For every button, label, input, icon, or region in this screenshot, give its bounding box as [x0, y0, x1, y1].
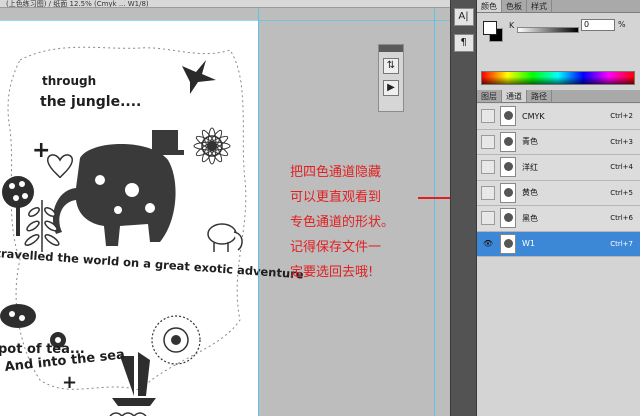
artboard[interactable]: through the jungle.... + travelled the w…	[0, 20, 304, 416]
k-slider[interactable]	[517, 27, 579, 33]
channel-row-w1[interactable]: 👁 W1 Ctrl+7	[477, 231, 640, 257]
guide-vertical	[434, 8, 435, 416]
k-unit-label: %	[618, 20, 626, 29]
flower-shape	[193, 127, 231, 165]
mini-panel-titlebar[interactable]	[379, 45, 403, 52]
channel-name: 黄色	[522, 188, 538, 198]
play-icon[interactable]: ▶	[383, 80, 399, 96]
visibility-toggle[interactable]	[481, 160, 495, 175]
art-text-through: through	[42, 74, 97, 88]
plus-mark: +	[62, 372, 78, 393]
channel-row-cyan[interactable]: 青色 Ctrl+3	[477, 129, 640, 155]
plus-mark: +	[32, 138, 51, 163]
color-panel: K 0 %	[477, 13, 640, 90]
document-title: (上色练习图) / 纸面 12.5% (Cmyk ... W1/8)	[6, 0, 149, 8]
k-channel-label: K	[509, 21, 515, 30]
teapot-shape	[0, 304, 36, 328]
foreground-color-swatch[interactable]	[483, 21, 497, 35]
channel-thumbnail	[500, 208, 516, 229]
channel-shortcut: Ctrl+7	[610, 239, 633, 248]
channel-shortcut: Ctrl+5	[610, 188, 633, 197]
right-panels: 颜色 色板 样式 K 0 % 图层 通道 路径 CMYK Ctrl+2 青色 C…	[476, 0, 640, 416]
channel-row-magenta[interactable]: 洋红 Ctrl+4	[477, 155, 640, 181]
channel-thumbnail	[500, 106, 516, 127]
visibility-toggle[interactable]	[481, 134, 495, 149]
tab-layers[interactable]: 图层	[477, 90, 502, 102]
channel-name: 黑色	[522, 213, 538, 223]
guide-horizontal	[0, 20, 450, 21]
channel-thumbnail	[500, 157, 516, 178]
bird-shape	[182, 60, 216, 94]
annotation-line: 专色通道的形状。	[290, 215, 395, 230]
channel-name: W1	[522, 239, 535, 249]
art-text-jungle: the jungle....	[40, 94, 142, 110]
tab-channels[interactable]: 通道	[502, 90, 527, 102]
channel-shortcut: Ctrl+6	[610, 214, 633, 223]
channel-name: 洋红	[522, 162, 538, 172]
channel-shortcut: Ctrl+3	[610, 137, 633, 146]
tab-color[interactable]: 颜色	[477, 0, 502, 12]
channel-name: CMYK	[522, 111, 545, 121]
character-panel-icon[interactable]: A|	[453, 8, 474, 26]
channel-shortcut: Ctrl+4	[610, 163, 633, 172]
channels-panel-tabs: 图层 通道 路径	[477, 90, 640, 103]
eye-icon[interactable]: 👁	[481, 236, 495, 251]
tab-styles[interactable]: 样式	[527, 0, 552, 12]
channel-row-cmyk[interactable]: CMYK Ctrl+2	[477, 104, 640, 130]
annotation-line: 定要选回去哦!	[290, 265, 374, 280]
panel-dock-strip: A| ¶	[450, 0, 476, 416]
channel-thumbnail	[500, 233, 516, 254]
visibility-toggle[interactable]	[481, 185, 495, 200]
elephant-shape	[52, 130, 184, 246]
channel-list: CMYK Ctrl+2 青色 Ctrl+3 洋红 Ctrl+4 黄色 Ctrl+…	[477, 104, 640, 257]
guide-vertical	[258, 8, 259, 416]
heart-shape	[47, 154, 73, 179]
k-value-input[interactable]: 0	[581, 19, 615, 31]
mini-tool-panel[interactable]: ⇅ ▶	[378, 44, 404, 112]
visibility-toggle[interactable]	[481, 211, 495, 226]
color-panel-tabs: 颜色 色板 样式	[477, 0, 640, 13]
channel-mixer-icon[interactable]: ⇅	[383, 58, 399, 74]
tab-paths[interactable]: 路径	[527, 90, 552, 102]
annotation-line: 可以更直观看到	[290, 190, 382, 205]
annotation-line: 记得保存文件一	[290, 240, 382, 255]
channel-row-black[interactable]: 黑色 Ctrl+6	[477, 206, 640, 232]
annotation-line: 把四色通道隐藏	[290, 165, 382, 180]
small-elephant-shape	[207, 223, 243, 252]
paragraph-panel-icon[interactable]: ¶	[453, 34, 474, 52]
color-spectrum-bar[interactable]	[481, 71, 635, 85]
channel-thumbnail	[500, 131, 516, 152]
sea-flower-shape	[151, 315, 201, 365]
visibility-toggle[interactable]	[481, 109, 495, 124]
channel-row-yellow[interactable]: 黄色 Ctrl+5	[477, 180, 640, 206]
annotation-text: 把四色通道隐藏 可以更直观看到 专色通道的形状。 记得保存文件一 定要选回去哦!	[290, 160, 430, 285]
tab-swatches[interactable]: 色板	[502, 0, 527, 12]
channel-thumbnail	[500, 182, 516, 203]
channel-shortcut: Ctrl+2	[610, 112, 633, 121]
channels-panel-empty-area	[477, 260, 640, 416]
channel-name: 青色	[522, 137, 538, 147]
document-tab[interactable]: (上色练习图) / 纸面 12.5% (Cmyk ... W1/8)	[0, 0, 450, 8]
